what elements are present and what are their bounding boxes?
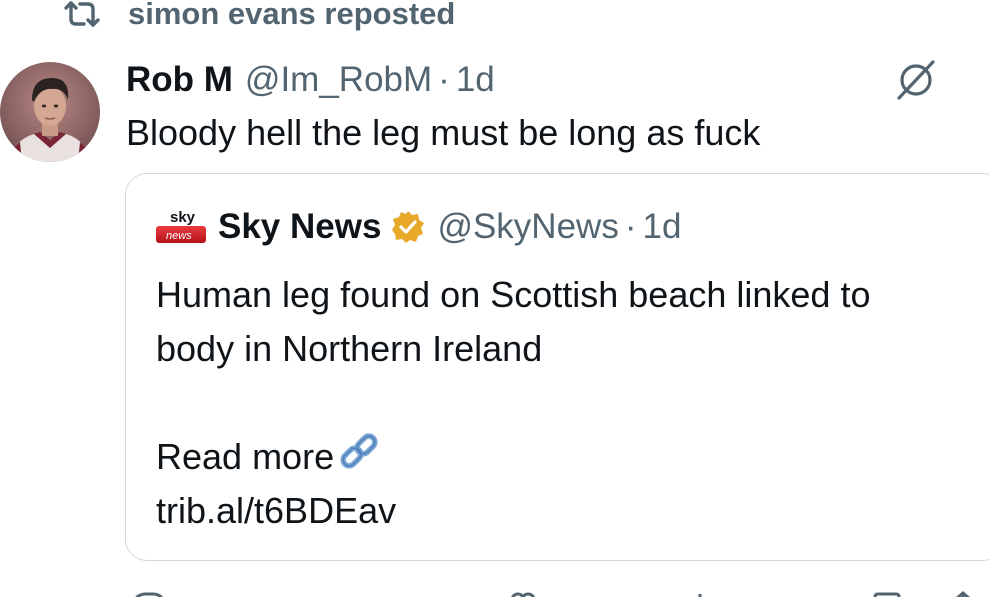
separator-dot: · [438, 60, 450, 99]
quote-timestamp[interactable]: 1d [643, 207, 682, 247]
sky-news-logo[interactable]: sky news [156, 207, 206, 247]
action-bar [0, 585, 989, 597]
views-icon[interactable] [690, 591, 710, 597]
tweet-text: Bloody hell the leg must be long as fuck [126, 112, 761, 153]
sky-logo-bottom-text: news [166, 230, 192, 242]
quoted-tweet-card[interactable]: sky news Sky News @SkyNews · 1d Human le… [125, 173, 989, 561]
repost-label: simon evans reposted [128, 0, 456, 31]
verified-gold-badge-icon [391, 210, 425, 244]
reply-icon[interactable] [132, 591, 166, 597]
repost-icon [62, 0, 102, 29]
like-icon[interactable] [508, 591, 538, 597]
quote-author-name[interactable]: Sky News [218, 207, 381, 247]
avatar[interactable] [0, 62, 100, 162]
quote-body-line-2: body in Northern Ireland [156, 328, 543, 369]
quote-body-line-1: Human leg found on Scottish beach linked… [156, 274, 871, 315]
quote-separator-dot: · [624, 207, 637, 246]
author-name[interactable]: Rob M [126, 60, 233, 100]
tweet-screenshot: simon evans reposted Rob M @Im_RobM · 1d… [0, 0, 989, 597]
read-more-label: Read more [156, 436, 335, 477]
bookmark-icon[interactable] [872, 591, 902, 597]
tweet-timestamp[interactable]: 1d [456, 60, 495, 100]
sky-logo-top-text: sky [170, 209, 196, 226]
quote-body: Human leg found on Scottish beach linked… [156, 268, 989, 538]
quote-author-handle[interactable]: @SkyNews [437, 207, 618, 247]
link-url[interactable]: trib.al/t6BDEav [156, 484, 989, 538]
read-more-line: Read more [156, 430, 989, 484]
link-icon [336, 433, 382, 473]
quote-header: sky news Sky News @SkyNews · 1d [156, 204, 681, 250]
author-handle[interactable]: @Im_RobM [245, 60, 432, 100]
share-icon[interactable] [946, 591, 980, 597]
grok-slash-icon[interactable] [893, 58, 939, 102]
tweet-header: Rob M @Im_RobM · 1d [126, 57, 495, 103]
repost-indicator[interactable]: simon evans reposted [62, 0, 455, 34]
